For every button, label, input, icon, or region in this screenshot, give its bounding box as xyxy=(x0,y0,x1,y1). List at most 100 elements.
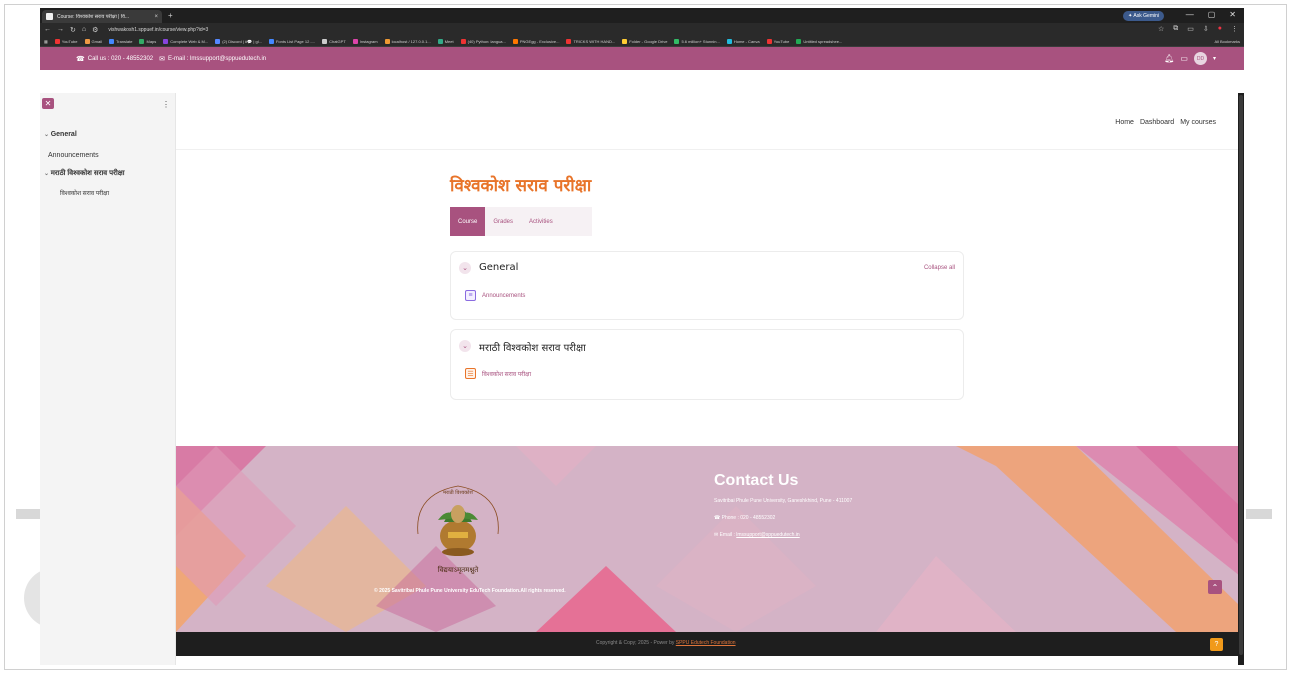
messages-icon[interactable]: ▭ xyxy=(1180,54,1188,63)
bookmark-label: Complete Web & M... xyxy=(170,38,209,44)
maximize-button[interactable]: ▢ xyxy=(1208,10,1216,19)
url-field[interactable]: vishwakosh1.sppuef.in/course/view.php?id… xyxy=(108,27,208,33)
chevron-down-icon[interactable]: ⌄ xyxy=(459,262,471,274)
sidebar-item-quiz[interactable]: विश्वकोश सराव परीक्षा xyxy=(60,189,109,197)
contact-email: ✉ Email : lmssupport@sppuedutech.in xyxy=(714,532,800,538)
bookmark-label: localhost / 127.0.0.1... xyxy=(391,38,431,44)
footer-copyright: © 2025 Savitribai Phule Pune University … xyxy=(374,588,566,594)
chevron-down-icon[interactable]: ▾ xyxy=(1213,55,1216,62)
bookmark-item[interactable]: (2) Discord | #💬 | gl... xyxy=(215,38,262,44)
sidebar-icon[interactable]: ▭ xyxy=(1187,25,1194,33)
page-header: Home Dashboard My courses xyxy=(176,93,1240,150)
topbar-user-area: 🔔︎ ▭ DD ▾ xyxy=(1164,52,1216,65)
bookmark-item[interactable]: Complete Web & M... xyxy=(163,38,209,44)
bookmark-label: Untitled spreadshee... xyxy=(803,38,843,44)
sidebar-section-marathi[interactable]: ⌄ मराठी विश्वकोश सराव परीक्षा xyxy=(44,169,125,178)
notifications-bell-icon[interactable]: 🔔︎ xyxy=(1164,54,1174,63)
bookmark-item[interactable]: Untitled spreadshee... xyxy=(796,38,843,44)
bookmark-label: YouTube xyxy=(61,38,78,44)
close-window-button[interactable]: ✕ xyxy=(1229,10,1236,19)
back-to-top-button[interactable]: ⌃ xyxy=(1208,580,1222,594)
bookmark-label: Fonts List Page 12 -... xyxy=(275,38,316,44)
sidebar-section-general[interactable]: ⌄ General xyxy=(44,131,77,138)
bookmark-item[interactable]: Home - Canva xyxy=(726,38,760,44)
activity-quiz[interactable]: ☰ विश्वकोश सराव परीक्षा xyxy=(465,368,531,379)
contact-phone: ☎ Phone : 020 - 48552302 xyxy=(714,515,776,521)
bookmark-star-icon[interactable]: ☆ xyxy=(1158,25,1164,33)
bookmark-favicon-icon xyxy=(384,38,390,44)
profile-icon[interactable]: ● xyxy=(1218,25,1222,33)
reload-icon[interactable]: ↻ xyxy=(70,26,76,34)
all-bookmarks-button[interactable]: All Bookmarks xyxy=(1210,39,1240,44)
bookmark-label: 5.6 million+ Stunnin... xyxy=(681,38,720,44)
bookmark-item[interactable]: localhost / 127.0.0.1... xyxy=(384,38,431,44)
close-tab-icon[interactable]: × xyxy=(154,14,158,20)
activity-label[interactable]: Announcements xyxy=(482,293,525,299)
tab-activities[interactable]: Activities xyxy=(521,207,561,236)
bookmark-item[interactable]: (40) Python: langua... xyxy=(460,38,506,44)
bookmark-item[interactable]: Gmail xyxy=(84,38,102,44)
activity-announcements[interactable]: ≡ Announcements xyxy=(465,290,525,301)
nav-home[interactable]: Home xyxy=(1115,119,1134,126)
bookmark-item[interactable]: Meet xyxy=(437,38,454,44)
bookmark-item[interactable]: PNGEgg - Exclusive... xyxy=(512,38,559,44)
footer-credit: Copyright & Copy; 2025 - Power by SPPU E… xyxy=(596,640,736,646)
more-options-icon[interactable]: ⋮ xyxy=(162,100,170,109)
footer-credit-link[interactable]: SPPU Edutech Foundation xyxy=(676,640,736,646)
browser-window: Course: विश्वकोश सराव परीक्षा | वि... × … xyxy=(40,8,1244,665)
bookmark-item[interactable]: Fonts List Page 12 -... xyxy=(268,38,316,44)
bookmark-favicon-icon xyxy=(726,38,732,44)
browser-tab[interactable]: Course: विश्वकोश सराव परीक्षा | वि... × xyxy=(42,10,162,23)
site-favicon-icon xyxy=(46,13,53,20)
bookmark-item[interactable]: YouTube xyxy=(766,38,789,44)
ask-gemini-button[interactable]: ✦ Ask Gemini xyxy=(1123,11,1164,21)
bookmark-item[interactable]: Translate xyxy=(108,38,133,44)
page-main: ✕ ⋮ ⌄ General Announcements ⌄ मराठी विश्… xyxy=(40,93,1244,665)
section-title: मराठी विश्वकोश सराव परीक्षा xyxy=(479,343,586,354)
forward-icon[interactable]: → xyxy=(57,26,64,33)
scrollbar-thumb[interactable] xyxy=(1239,95,1243,655)
page-scrollbar[interactable] xyxy=(1238,93,1244,665)
bookmark-favicon-icon xyxy=(108,38,114,44)
collapse-all-link[interactable]: Collapse all xyxy=(924,265,955,271)
bookmark-favicon-icon xyxy=(84,38,90,44)
nav-my-courses[interactable]: My courses xyxy=(1180,119,1216,126)
contact-email-link[interactable]: lmssupport@sppuedutech.in xyxy=(736,532,799,538)
bookmark-item[interactable]: YouTube xyxy=(54,38,78,44)
downloads-icon[interactable]: ⇩ xyxy=(1203,25,1209,33)
course-tabs: Course Grades Activities xyxy=(450,207,592,236)
close-drawer-button[interactable]: ✕ xyxy=(42,98,54,109)
site-info-icon[interactable]: ⚙ xyxy=(92,26,98,34)
logo-motto: विद्ययाऽमृतमश्नुते xyxy=(438,565,480,574)
bookmark-item[interactable]: TRICKS WITH HAND... xyxy=(566,38,615,44)
tab-grades[interactable]: Grades xyxy=(485,207,521,236)
bookmark-item[interactable]: Folder - Google Drive xyxy=(622,38,667,44)
bookmark-item[interactable]: ChatGPT xyxy=(322,38,346,44)
bookmark-favicon-icon xyxy=(796,38,802,44)
home-icon[interactable]: ⌂ xyxy=(82,26,86,33)
new-tab-button[interactable]: + xyxy=(168,11,173,20)
bookmark-favicon-icon xyxy=(352,38,358,44)
extensions-icon[interactable]: ⧉ xyxy=(1173,25,1178,33)
bookmark-favicon-icon xyxy=(322,38,328,44)
bookmark-label: Maps xyxy=(146,38,157,44)
bookmark-label: (2) Discord | #💬 | gl... xyxy=(222,38,262,44)
menu-icon[interactable]: ⋮ xyxy=(1231,25,1238,33)
bookmark-item[interactable]: Maps xyxy=(139,38,157,44)
address-bar-row: ← → ↻ ⌂ ⚙ vishwakosh1.sppuef.in/course/v… xyxy=(40,23,1244,36)
chevron-down-icon[interactable]: ⌄ xyxy=(459,340,471,352)
back-icon[interactable]: ← xyxy=(44,26,51,33)
tab-course[interactable]: Course xyxy=(450,207,486,236)
bookmark-label: Translate xyxy=(115,38,133,44)
user-avatar[interactable]: DD xyxy=(1193,52,1207,65)
activity-label[interactable]: विश्वकोश सराव परीक्षा xyxy=(482,370,531,378)
bookmark-favicon-icon xyxy=(622,38,628,44)
apps-icon[interactable]: ▦ xyxy=(44,39,48,44)
minimize-button[interactable]: — xyxy=(1186,10,1194,19)
help-button[interactable]: ? xyxy=(1210,638,1223,651)
bookmark-item[interactable]: Instagram xyxy=(352,38,378,44)
chevron-down-icon: ⌄ xyxy=(44,132,51,138)
sidebar-item-announcements[interactable]: Announcements xyxy=(48,152,99,159)
nav-dashboard[interactable]: Dashboard xyxy=(1140,119,1174,126)
bookmark-item[interactable]: 5.6 million+ Stunnin... xyxy=(674,38,720,44)
